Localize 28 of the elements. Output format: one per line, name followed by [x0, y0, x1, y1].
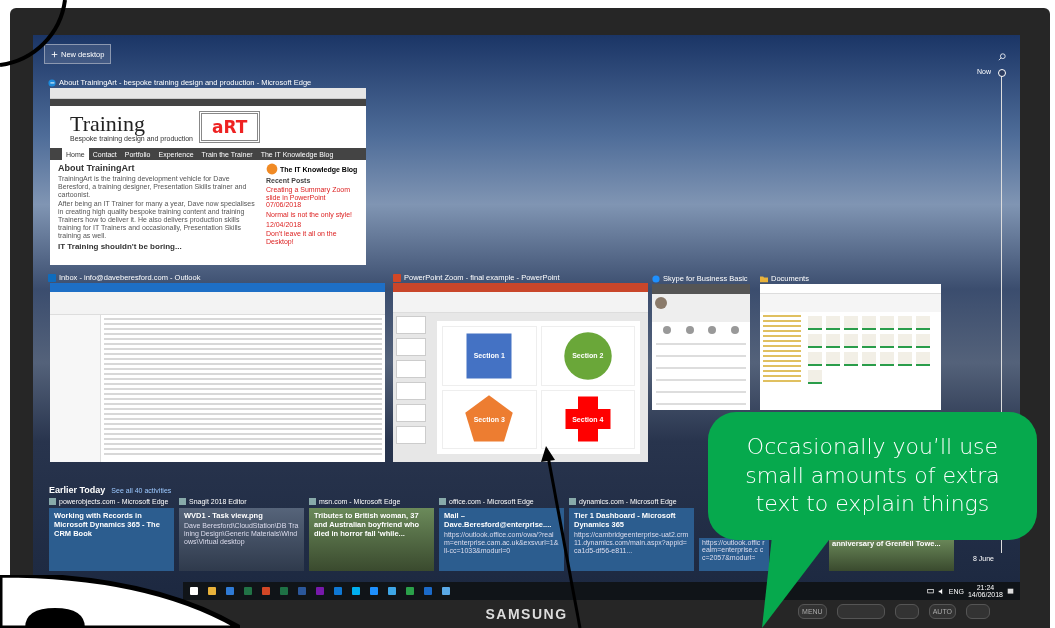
app-icon: [439, 498, 446, 505]
logo-frame: aRT: [199, 111, 261, 143]
browser-window[interactable]: [50, 88, 366, 265]
app-icon: [49, 498, 56, 505]
chat-window-drawing[interactable]: [652, 284, 750, 410]
app-icon: [179, 498, 186, 505]
browser-icon[interactable]: [48, 78, 56, 87]
search-icon[interactable]: [998, 53, 1006, 61]
app-icon: [569, 498, 576, 505]
head-icon: [266, 163, 278, 175]
subheading: IT Training shouldn't be boring...: [58, 241, 183, 251]
speaker-icon[interactable]: [937, 587, 945, 595]
callout-text: Occasionally you’ll use small amounts of extra text to explain things: [744, 433, 1001, 519]
app-icon: [309, 498, 316, 505]
email-window-drawing[interactable]: [50, 283, 385, 462]
section-heading: Earlier Today: [49, 485, 106, 495]
logo-text: Training: [70, 112, 146, 135]
folder-icon[interactable]: [760, 274, 768, 283]
chat-app-icon[interactable]: [652, 274, 660, 283]
file-explorer-drawing[interactable]: [760, 284, 941, 410]
plus-icon: [51, 50, 58, 58]
timeline-handle[interactable]: [997, 69, 1006, 77]
circle-shape[interactable]: [562, 330, 613, 381]
page-heading: About TrainingArt: [58, 163, 136, 173]
pentagon-shape[interactable]: [464, 394, 515, 445]
brand-logo: SAMSUNG: [485, 606, 568, 622]
notification-icon[interactable]: [1007, 587, 1014, 595]
network-icon[interactable]: [926, 587, 934, 595]
